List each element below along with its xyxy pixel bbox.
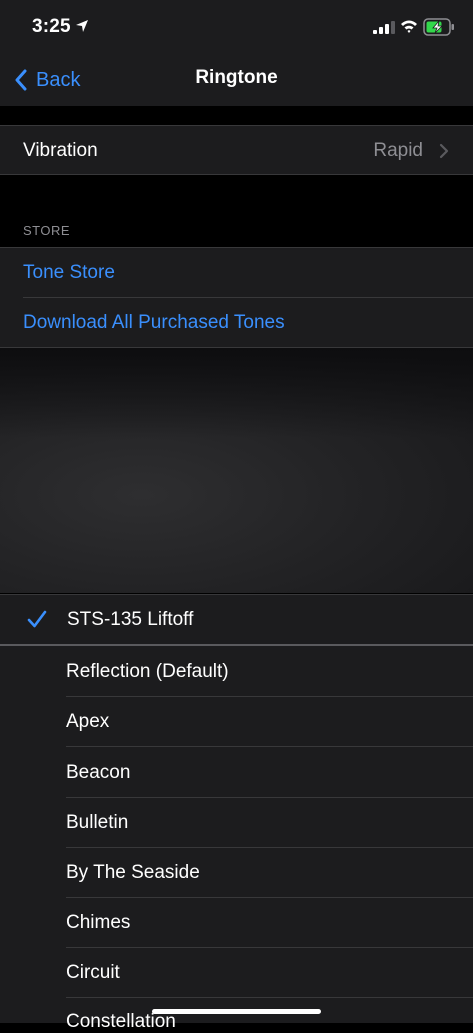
divider [66, 947, 473, 948]
tone-item[interactable]: Constellation [66, 1011, 176, 1033]
tone-list [0, 594, 473, 1023]
vibration-label: Vibration [23, 140, 98, 161]
divider [0, 125, 473, 126]
tone-item[interactable]: Beacon [66, 762, 130, 784]
divider [66, 696, 473, 697]
cellular-signal-icon [373, 21, 395, 34]
divider [66, 997, 473, 998]
tone-item[interactable]: Apex [66, 711, 109, 733]
tone-store-link[interactable]: Tone Store [23, 262, 115, 284]
divider [66, 797, 473, 798]
page-title: Ringtone [195, 67, 278, 88]
divider [0, 174, 473, 175]
divider [0, 644, 473, 646]
divider [66, 897, 473, 898]
wifi-icon [401, 20, 417, 33]
divider [23, 297, 473, 298]
status-time: 3:25 [32, 16, 71, 37]
divider [66, 847, 473, 848]
tone-item[interactable]: Bulletin [66, 812, 128, 834]
divider [66, 746, 473, 747]
divider [0, 247, 473, 248]
divider [0, 594, 473, 595]
section-header-store: STORE [23, 223, 71, 238]
tone-item[interactable]: By The Seaside [66, 862, 200, 884]
location-arrow-icon [76, 20, 88, 32]
battery-charging-icon [423, 18, 454, 36]
blur-shade [0, 348, 473, 438]
vibration-value: Rapid [373, 140, 423, 161]
tone-item-selected[interactable]: STS-135 Liftoff [67, 609, 193, 631]
checkmark-icon [27, 610, 47, 628]
home-indicator[interactable] [152, 1009, 321, 1014]
download-purchased-tones-link[interactable]: Download All Purchased Tones [23, 312, 285, 334]
tone-item[interactable]: Chimes [66, 912, 130, 934]
chevron-right-icon [439, 143, 449, 159]
tone-item[interactable]: Reflection (Default) [66, 661, 229, 683]
tone-item[interactable]: Circuit [66, 962, 120, 984]
